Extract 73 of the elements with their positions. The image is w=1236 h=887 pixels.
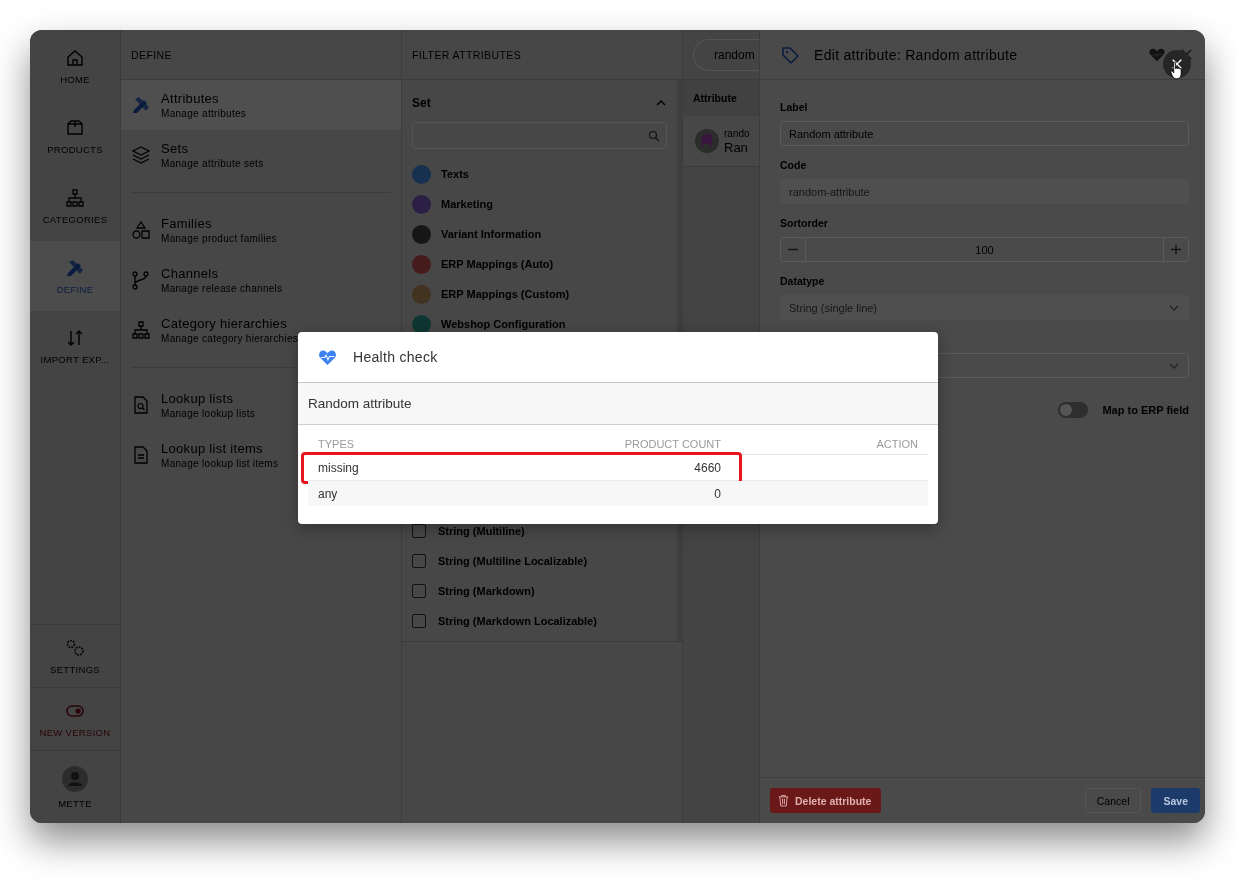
menu-item[interactable]: Families Manage product families	[121, 205, 401, 255]
column-header: PRODUCT COUNT	[623, 438, 721, 450]
attribute-name: Ran	[724, 139, 749, 155]
pencil-ruler-icon	[65, 257, 85, 278]
table-cell-text: 4660	[693, 460, 721, 475]
cancel-button[interactable]: Cancel	[1084, 788, 1142, 813]
nav-item[interactable]: IMPORT EXP...	[30, 311, 120, 381]
set-filter-item[interactable]: ERP Mappings (Custom)	[412, 279, 667, 309]
checkbox[interactable]	[412, 554, 426, 568]
search-icon	[648, 129, 660, 142]
set-filter-item[interactable]: Marketing	[412, 189, 667, 219]
document-icon	[131, 445, 151, 465]
shapes-icon	[131, 220, 151, 240]
save-button[interactable]: Save	[1151, 788, 1200, 813]
branch-icon	[131, 270, 151, 290]
user-nav-item[interactable]: METTE	[30, 750, 120, 823]
layers-icon	[131, 145, 151, 165]
settings-nav-item[interactable]: SETTINGS	[30, 624, 120, 687]
new-version-nav-item[interactable]: NEW VERSION	[30, 687, 120, 750]
field-label: Code	[780, 158, 808, 172]
tag-icon	[780, 44, 800, 65]
avatar-icon	[62, 765, 88, 792]
heart-pulse-icon	[318, 348, 337, 366]
chair-icon	[695, 129, 719, 153]
hierarchy-icon	[131, 320, 151, 340]
table-cell-text: any	[317, 486, 339, 501]
nav-item[interactable]: PRODUCTS	[30, 101, 120, 171]
document-search-icon	[131, 395, 151, 415]
column-header: Attribute	[693, 92, 737, 104]
box-icon	[65, 117, 85, 138]
pencil-ruler-icon	[131, 95, 151, 115]
text-field[interactable]: Random attribute	[780, 121, 1189, 146]
toggle-switch[interactable]	[1058, 402, 1089, 418]
column-heading: DEFINE	[131, 48, 172, 61]
set-filter-item[interactable]: Variant Information	[412, 219, 667, 249]
checkbox[interactable]	[412, 614, 426, 628]
home-icon	[65, 47, 85, 68]
column-heading: FILTER ATTRIBUTES	[412, 48, 522, 61]
table-cell-text: missing	[317, 460, 360, 475]
trash-icon	[778, 794, 789, 807]
column-header: ACTION	[875, 438, 919, 450]
toggle-label: Map to ERP field	[1102, 404, 1189, 416]
hierarchy-icon	[65, 187, 85, 208]
nav-item[interactable]: HOME	[30, 31, 120, 101]
checkbox[interactable]	[412, 584, 426, 598]
table-cell-text: 0	[713, 486, 721, 501]
column-header: TYPES	[317, 438, 356, 450]
search-field[interactable]	[412, 122, 667, 149]
menu-item[interactable]: Sets Manage attribute sets	[121, 130, 401, 180]
dialog-title: Health check	[353, 349, 438, 365]
field-label: Label	[780, 100, 809, 114]
datatype-filter-item[interactable]: String (Markdown Localizable)	[412, 606, 667, 636]
delete-button[interactable]: Delete attribute	[770, 788, 882, 813]
settings-icon	[65, 637, 85, 658]
set-filter-item[interactable]: ERP Mappings (Auto)	[412, 249, 667, 279]
field-label: Sortorder	[780, 216, 829, 230]
nav-item[interactable]: DEFINE	[30, 241, 120, 311]
set-filter-item[interactable]: Webshop Configuration	[412, 309, 667, 339]
field-label: Datatype	[780, 274, 826, 288]
dialog-subtitle: Random attribute	[308, 396, 412, 411]
datatype-filter-item[interactable]: String (Markdown)	[412, 576, 667, 606]
set-filter-item[interactable]: Texts	[412, 159, 667, 189]
datatype-filter-item[interactable]: String (Multiline Localizable)	[412, 546, 667, 576]
number-stepper[interactable]: 100	[780, 237, 1189, 262]
close-icon	[1171, 58, 1183, 70]
number-value: 100	[974, 243, 995, 256]
panel-title: Edit attribute: Random attribute	[814, 46, 1019, 63]
nav-item[interactable]: CATEGORIES	[30, 171, 120, 241]
menu-item[interactable]: Attributes Manage attributes	[121, 80, 401, 130]
hand-cursor-icon	[1170, 61, 1183, 80]
menu-item[interactable]: Channels Manage release channels	[121, 255, 401, 305]
set-section-header[interactable]: Set	[412, 80, 667, 122]
attribute-code: rando	[724, 127, 750, 139]
